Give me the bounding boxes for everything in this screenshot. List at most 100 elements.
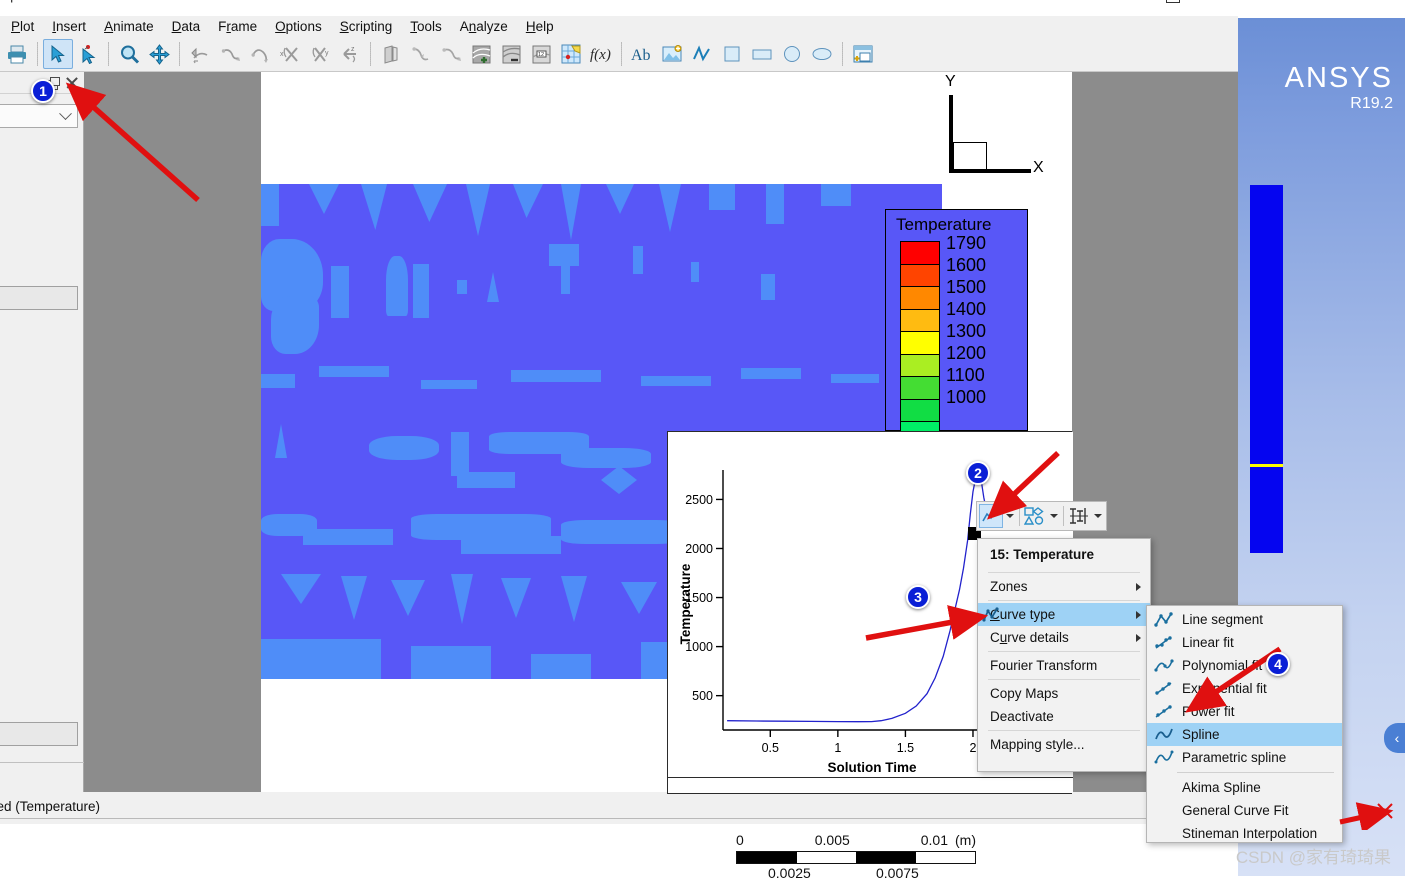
rectangle-icon[interactable] bbox=[747, 39, 777, 69]
contour-add-icon[interactable] bbox=[466, 39, 496, 69]
svg-text:y: y bbox=[325, 50, 329, 57]
close-panel-icon[interactable] bbox=[64, 75, 80, 91]
symbol-dropdown-icon[interactable] bbox=[1047, 504, 1060, 528]
menu-item-plot[interactable]: Plot bbox=[2, 17, 43, 36]
submenu-label: Stineman Interpolation bbox=[1182, 826, 1318, 841]
rotate-y-icon[interactable]: y bbox=[305, 39, 335, 69]
image-insert-icon[interactable] bbox=[657, 39, 687, 69]
rotate-twist-icon[interactable] bbox=[245, 39, 275, 69]
new-frame-icon[interactable] bbox=[848, 39, 878, 69]
menu-item-analyze[interactable]: Analyze bbox=[451, 17, 517, 36]
zone-select-dropdown[interactable] bbox=[0, 104, 78, 128]
context-menu-item-curve-details[interactable]: Curve details bbox=[978, 626, 1150, 649]
error-bars-dropdown-icon[interactable] bbox=[1091, 504, 1104, 528]
redraw-button[interactable]: aw bbox=[0, 722, 78, 746]
sidebar-collapse-button[interactable]: ‹ bbox=[1384, 723, 1405, 753]
rotate-roller-icon[interactable] bbox=[215, 39, 245, 69]
menu-item-scripting[interactable]: Scripting bbox=[331, 17, 402, 36]
submenu-arrow-icon bbox=[1136, 583, 1141, 591]
zoom-magnifier-icon[interactable] bbox=[114, 39, 144, 69]
callout-badge-3: 3 bbox=[906, 585, 930, 609]
line-segment-icon bbox=[1153, 611, 1175, 628]
legend-level-4: 1300 bbox=[946, 321, 987, 341]
menu-item-frame[interactable]: Frame bbox=[209, 17, 266, 36]
callout-badge-4: 4 bbox=[1266, 652, 1290, 676]
legend-swatch-5 bbox=[901, 354, 939, 377]
x-axis-label: Solution Time bbox=[827, 760, 916, 775]
legend-level-5: 1200 bbox=[946, 343, 987, 363]
menu-item-options[interactable]: Options bbox=[266, 17, 331, 36]
submenu-item-parametric-spline[interactable]: Parametric spline bbox=[1147, 746, 1342, 769]
slice-icon[interactable] bbox=[376, 39, 406, 69]
square-icon[interactable] bbox=[717, 39, 747, 69]
context-menu-item-zones[interactable]: Zones bbox=[978, 575, 1150, 598]
menu-item-insert[interactable]: Insert bbox=[43, 17, 95, 36]
submenu-arrow-icon bbox=[1136, 634, 1141, 642]
menu-item-help[interactable]: Help bbox=[517, 17, 563, 36]
maximize-icon[interactable] bbox=[1162, 0, 1182, 4]
legend-level-labels: 1790 1600 1500 1400 1300 1200 1100 1000 bbox=[946, 232, 986, 408]
submenu-item-akima-spline[interactable]: Akima Spline bbox=[1147, 776, 1342, 799]
context-menu-item-deactivate[interactable]: Deactivate bbox=[978, 705, 1150, 728]
line-style-dropdown-icon[interactable] bbox=[1003, 504, 1016, 528]
symbol-shapes-icon[interactable] bbox=[1023, 504, 1047, 528]
context-menu-item-mapping-style[interactable]: Mapping style... bbox=[978, 733, 1150, 756]
context-menu-item-copy-maps[interactable]: Copy Maps bbox=[978, 682, 1150, 705]
menu-item-animate[interactable]: Animate bbox=[95, 17, 163, 36]
pan-move-icon[interactable] bbox=[144, 39, 174, 69]
submenu-item-linear-fit[interactable]: Linear fit bbox=[1147, 631, 1342, 654]
ansys-geometry-blue-band bbox=[1250, 185, 1283, 553]
close-icon[interactable] bbox=[1206, 0, 1226, 4]
callout-badge-1: 1 bbox=[31, 79, 55, 103]
mini-toolbar-separator bbox=[1063, 506, 1064, 526]
legend-level-7: 1000 bbox=[946, 387, 987, 407]
submenu-label: Exponential fit bbox=[1182, 681, 1267, 696]
adjust-arrow-icon[interactable] bbox=[73, 39, 103, 69]
probe-icon[interactable] bbox=[556, 39, 586, 69]
menu-item-tools[interactable]: Tools bbox=[401, 17, 451, 36]
status-text: cted (Temperature) bbox=[0, 799, 101, 814]
svg-text:f(x): f(x) bbox=[590, 47, 611, 63]
function-fx-icon[interactable]: f(x) bbox=[586, 39, 616, 69]
submenu-item-stineman-interpolation[interactable]: Stineman Interpolation bbox=[1147, 822, 1342, 845]
submenu-item-general-curve-fit[interactable]: General Curve Fit bbox=[1147, 799, 1342, 822]
legend-swatch-7 bbox=[901, 399, 939, 422]
context-menu-header: 15: Temperature bbox=[990, 547, 1095, 562]
select-arrow-icon[interactable] bbox=[43, 39, 73, 69]
circle-icon[interactable] bbox=[777, 39, 807, 69]
menu-item-data[interactable]: Data bbox=[163, 17, 210, 36]
window-controls bbox=[1162, 0, 1226, 4]
error-bars-icon[interactable] bbox=[1067, 504, 1091, 528]
line-style-icon[interactable] bbox=[979, 504, 1003, 528]
x-tick-label-3: 2 bbox=[969, 741, 976, 755]
submenu-item-exponential-fit[interactable]: Exponential fit bbox=[1147, 677, 1342, 700]
context-menu-item-fourier-transform[interactable]: Fourier Transform bbox=[978, 654, 1150, 677]
rotate-x-icon[interactable]: x bbox=[275, 39, 305, 69]
text-ab-icon[interactable]: Ab bbox=[627, 39, 657, 69]
context-menu-item-curve-type[interactable]: Curve type bbox=[978, 603, 1150, 626]
polyline-icon[interactable] bbox=[687, 39, 717, 69]
legend-swatch-0 bbox=[901, 242, 939, 265]
rotate-spherical-icon[interactable] bbox=[185, 39, 215, 69]
context-menu-separator bbox=[988, 730, 1140, 731]
contour-label-icon[interactable]: 12 bbox=[526, 39, 556, 69]
submenu-label: Polynomial fit bbox=[1182, 658, 1263, 673]
submenu-item-line-segment[interactable]: Line segment bbox=[1147, 608, 1342, 631]
print-icon[interactable] bbox=[2, 39, 32, 69]
style-button[interactable]: tyle... bbox=[0, 286, 78, 310]
streamtrace-icon[interactable] bbox=[406, 39, 436, 69]
legend-level-3: 1400 bbox=[946, 299, 987, 319]
submenu-item-power-fit[interactable]: Power fit bbox=[1147, 700, 1342, 723]
scalebar-bottom-labels: 0.0025 0.0075 bbox=[736, 865, 976, 881]
submenu-item-spline[interactable]: Spline bbox=[1147, 723, 1342, 746]
rotate-z-icon[interactable]: z bbox=[335, 39, 365, 69]
toolbar-separator bbox=[842, 42, 843, 66]
y-tick-label-4: 2500 bbox=[685, 493, 713, 507]
ellipse-icon[interactable] bbox=[807, 39, 837, 69]
submenu-item-polynomial-fit[interactable]: Polynomial fit bbox=[1147, 654, 1342, 677]
contour-remove-icon[interactable] bbox=[496, 39, 526, 69]
ansys-brand-text: ANSYS bbox=[1284, 62, 1393, 94]
xy-popup-footer bbox=[668, 777, 1073, 793]
svg-text:12: 12 bbox=[538, 52, 544, 58]
streamtrace-rake-icon[interactable] bbox=[436, 39, 466, 69]
